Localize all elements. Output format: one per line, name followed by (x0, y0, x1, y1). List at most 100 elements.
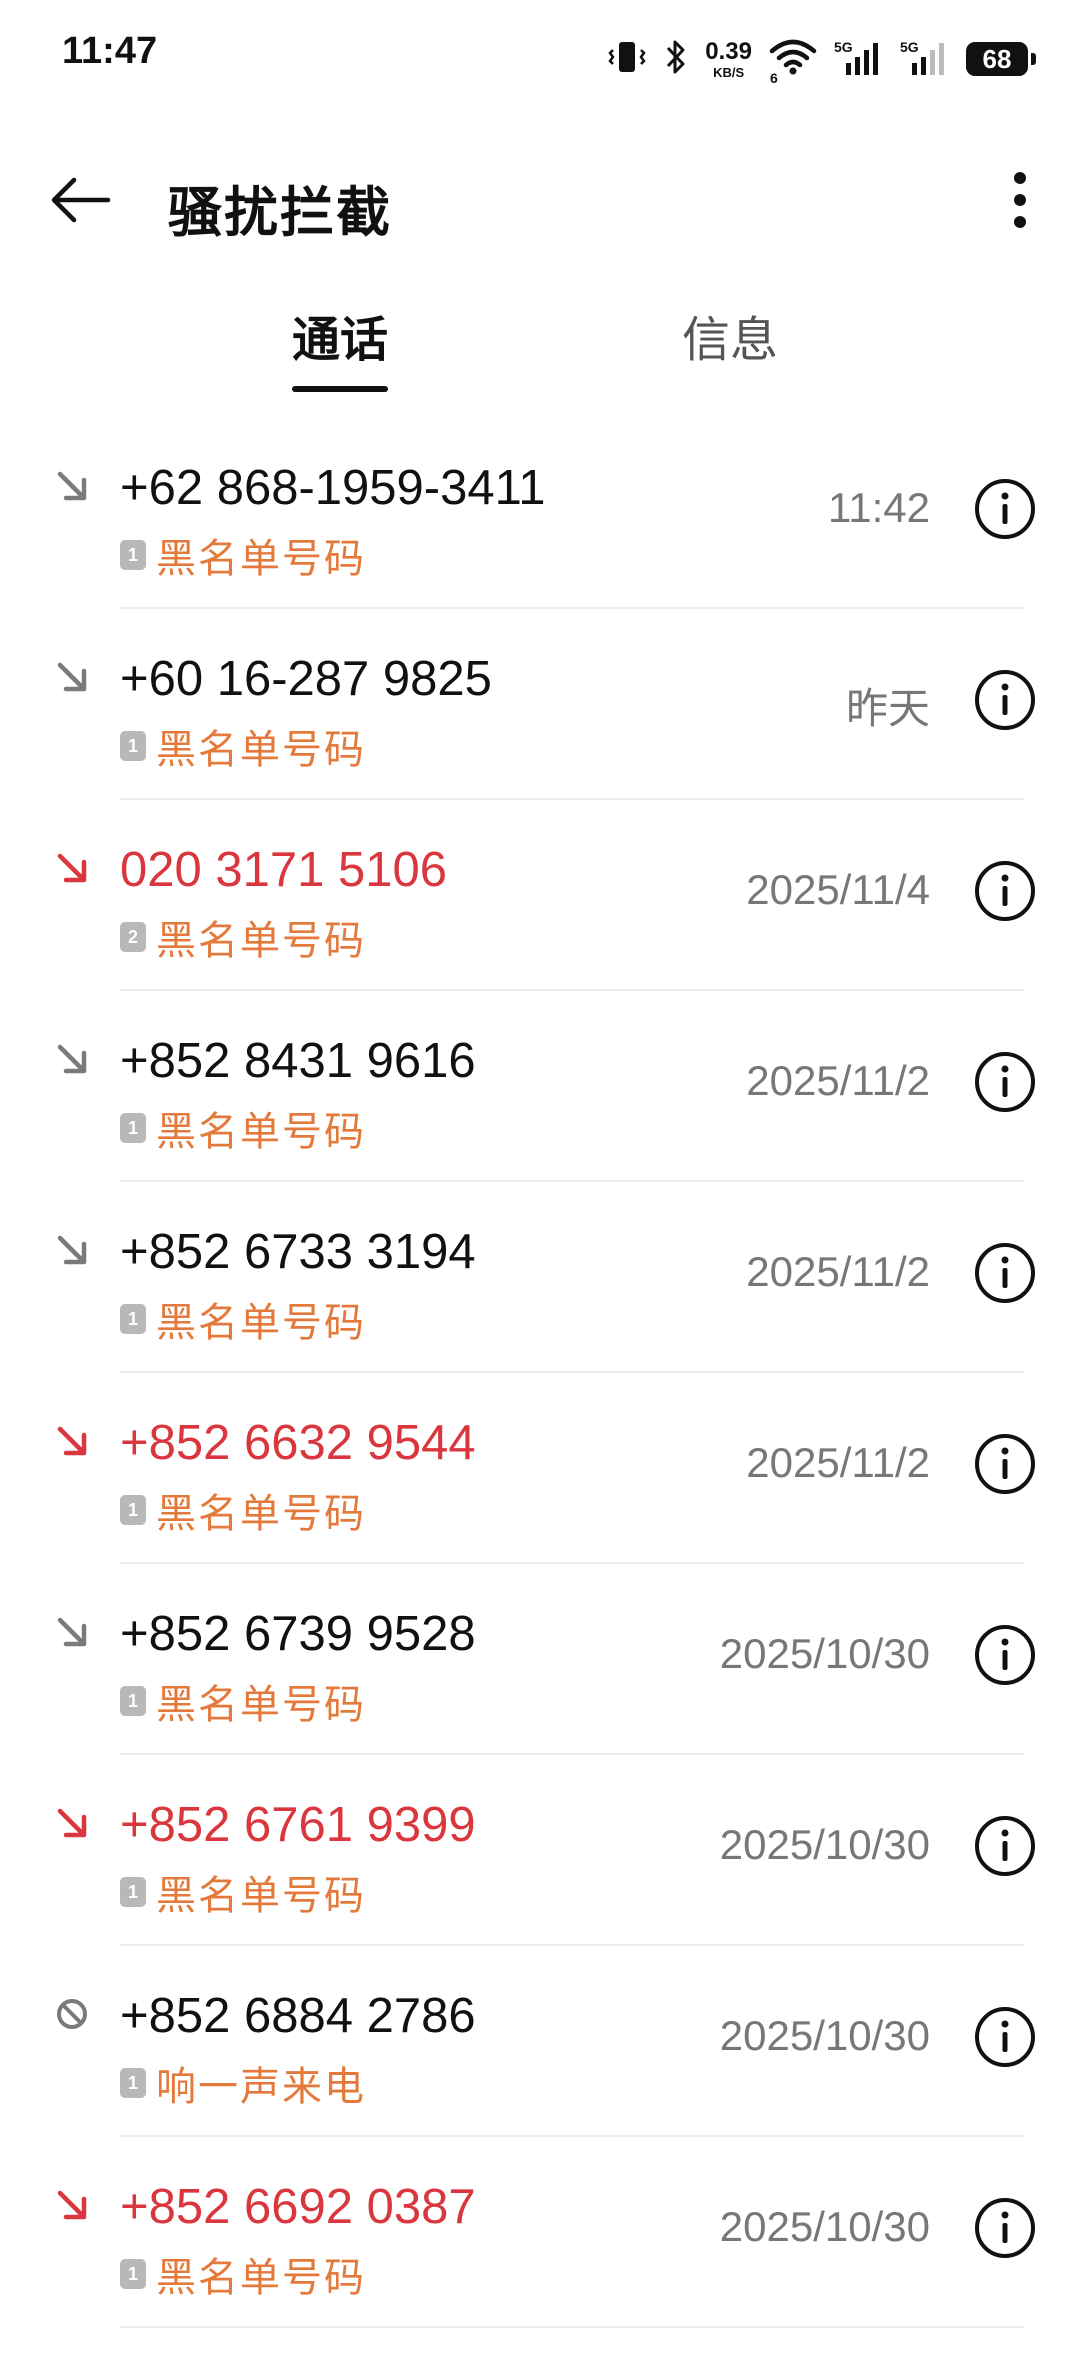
net-speed-value: 0.39 (705, 37, 752, 65)
call-row[interactable]: +852 6761 9399 1 黑名单号码 2025/10/30 (0, 1755, 1080, 1946)
call-number: +852 6884 2786 (120, 1989, 476, 2043)
missed-call-icon (52, 848, 92, 888)
call-number: +852 6692 0387 (120, 2180, 476, 2234)
call-number: +852 6733 3194 (120, 1225, 476, 1279)
sim-badge: 1 (120, 1304, 146, 1334)
call-subtitle: 1 黑名单号码 (120, 1672, 366, 1730)
call-number: 020 3171 5106 (120, 843, 447, 897)
call-number: +852 6632 9544 (120, 1416, 476, 1470)
back-arrow-icon (51, 177, 111, 223)
call-tag: 黑名单号码 (156, 2256, 366, 2300)
bluetooth-icon (663, 37, 689, 82)
blocked-call-icon (52, 1994, 92, 2034)
page-title: 骚扰拦截 (168, 183, 392, 243)
wifi-sub-label: 6 (770, 69, 778, 86)
tab-bar: 通话 信息 (0, 290, 1080, 400)
call-row[interactable]: +852 6739 9528 1 黑名单号码 2025/10/30 (0, 1564, 1080, 1755)
back-button[interactable] (40, 162, 120, 238)
sim-badge: 1 (120, 1877, 146, 1907)
tab-calls[interactable]: 通话 (240, 300, 440, 370)
info-icon (975, 1816, 1035, 1876)
signal-icon: 5G (834, 39, 884, 79)
incoming-call-icon (52, 657, 92, 697)
call-row[interactable]: +852 6692 0387 1 黑名单号码 2025/10/30 (0, 2137, 1080, 2328)
call-number: +60 16-287 9825 (120, 652, 492, 706)
call-tag: 黑名单号码 (156, 919, 366, 963)
call-info-button[interactable] (970, 665, 1040, 735)
call-tag: 黑名单号码 (156, 1683, 366, 1727)
net-speed-unit: KB/S (713, 64, 745, 80)
info-icon (975, 479, 1035, 539)
call-time: 2025/10/30 (719, 1821, 930, 1868)
call-row[interactable]: +62 868-1959-3411 1 黑名单号码 11:42 (0, 418, 1080, 609)
active-tab-indicator (292, 386, 388, 392)
info-icon (975, 670, 1035, 730)
call-time: 昨天 (845, 685, 930, 732)
call-time: 2025/11/4 (746, 866, 930, 913)
call-row[interactable]: 020 3171 5106 2 黑名单号码 2025/11/4 (0, 800, 1080, 991)
call-row[interactable]: +852 6884 2786 1 响一声来电 2025/10/30 (0, 1946, 1080, 2137)
call-row[interactable]: +60 16-287 9825 1 黑名单号码 昨天 (0, 609, 1080, 800)
incoming-call-icon (52, 466, 92, 506)
call-row[interactable]: +852 8431 9616 1 黑名单号码 2025/11/2 (0, 991, 1080, 1182)
call-info-button[interactable] (970, 1047, 1040, 1117)
call-subtitle: 1 黑名单号码 (120, 1099, 366, 1157)
call-info-button[interactable] (970, 2193, 1040, 2263)
status-bar: 11:47 0.39 KB/S 6 5G 5G 68 (0, 0, 1080, 120)
sim-badge: 1 (120, 2259, 146, 2289)
status-icons: 0.39 KB/S 6 5G 5G 68 (607, 34, 1036, 86)
call-subtitle: 1 黑名单号码 (120, 2245, 366, 2303)
sim-badge: 1 (120, 540, 146, 570)
incoming-call-icon (52, 1612, 92, 1652)
call-info-button[interactable] (970, 2002, 1040, 2072)
call-info-button[interactable] (970, 1429, 1040, 1499)
more-options-button[interactable] (990, 160, 1050, 240)
call-time: 2025/11/2 (746, 1057, 930, 1104)
call-number: +852 6739 9528 (120, 1607, 476, 1661)
call-info-button[interactable] (970, 1238, 1040, 1308)
more-vertical-icon (1014, 172, 1026, 228)
tab-messages[interactable]: 信息 (630, 300, 830, 370)
call-subtitle: 1 黑名单号码 (120, 1481, 366, 1539)
sim-badge: 1 (120, 731, 146, 761)
call-info-button[interactable] (970, 1811, 1040, 1881)
incoming-call-icon (52, 1230, 92, 1270)
signal-icon: 5G (900, 39, 950, 79)
info-icon (975, 861, 1035, 921)
app-bar: 骚扰拦截 (0, 140, 1080, 260)
battery-icon: 68 (966, 42, 1036, 76)
call-number: +852 8431 9616 (120, 1034, 476, 1088)
vibrate-icon (607, 37, 647, 82)
missed-call-icon (52, 1421, 92, 1461)
incoming-call-icon (52, 1039, 92, 1079)
call-tag: 黑名单号码 (156, 1301, 366, 1345)
call-subtitle: 1 黑名单号码 (120, 1290, 366, 1348)
info-icon (975, 2198, 1035, 2258)
call-subtitle: 1 黑名单号码 (120, 717, 366, 775)
call-tag: 黑名单号码 (156, 1492, 366, 1536)
call-subtitle: 1 响一声来电 (120, 2054, 366, 2112)
missed-call-icon (52, 2185, 92, 2225)
call-row[interactable]: +852 6632 9544 1 黑名单号码 2025/11/2 (0, 1373, 1080, 1564)
call-tag: 黑名单号码 (156, 728, 366, 772)
missed-call-icon (52, 1803, 92, 1843)
info-icon (975, 1243, 1035, 1303)
call-time: 2025/11/2 (746, 1439, 930, 1486)
call-subtitle: 1 黑名单号码 (120, 1863, 366, 1921)
call-subtitle: 2 黑名单号码 (120, 908, 366, 966)
call-time: 2025/10/30 (719, 2012, 930, 2059)
call-number: +852 6761 9399 (120, 1798, 476, 1852)
call-row[interactable]: +852 6733 3194 1 黑名单号码 2025/11/2 (0, 1182, 1080, 1373)
call-time: 2025/10/30 (719, 1630, 930, 1677)
call-info-button[interactable] (970, 856, 1040, 926)
call-time: 2025/10/30 (719, 2203, 930, 2250)
call-info-button[interactable] (970, 1620, 1040, 1690)
sim-badge: 1 (120, 1113, 146, 1143)
info-icon (975, 1434, 1035, 1494)
blocked-call-list: +62 868-1959-3411 1 黑名单号码 11:42 +60 16-287 9… (0, 418, 1080, 2328)
network-speed: 0.39 KB/S (705, 37, 752, 80)
call-info-button[interactable] (970, 474, 1040, 544)
info-icon (975, 2007, 1035, 2067)
call-time: 11:42 (828, 484, 930, 531)
call-tag: 黑名单号码 (156, 1110, 366, 1154)
